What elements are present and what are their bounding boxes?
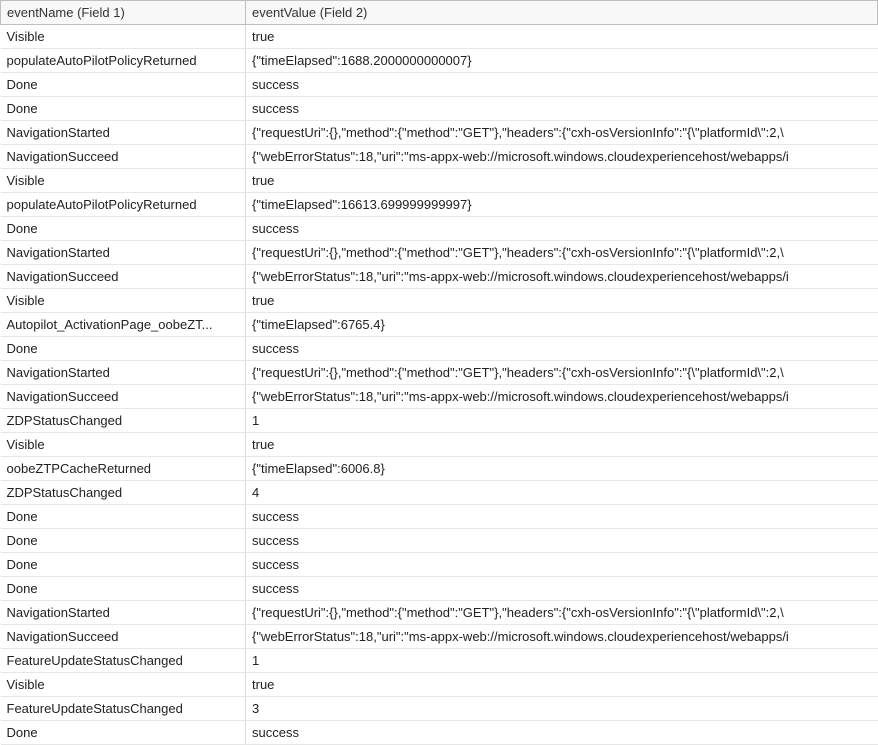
cell-eventvalue: success: [246, 97, 878, 121]
column-header-eventname[interactable]: eventName (Field 1): [1, 1, 246, 25]
table-row[interactable]: Visibletrue: [1, 433, 878, 457]
cell-eventvalue: {"requestUri":{},"method":{"method":"GET…: [246, 361, 878, 385]
table-row[interactable]: Autopilot_ActivationPage_oobeZT...{"time…: [1, 313, 878, 337]
cell-eventname: Visible: [1, 169, 246, 193]
table-row[interactable]: Donesuccess: [1, 553, 878, 577]
table-row[interactable]: Visibletrue: [1, 169, 878, 193]
cell-eventvalue: 1: [246, 409, 878, 433]
cell-eventvalue: {"webErrorStatus":18,"uri":"ms-appx-web:…: [246, 145, 878, 169]
cell-eventvalue: {"timeElapsed":6765.4}: [246, 313, 878, 337]
table-row[interactable]: NavigationStarted{"requestUri":{},"metho…: [1, 241, 878, 265]
cell-eventvalue: success: [246, 721, 878, 745]
table-row[interactable]: NavigationSucceed{"webErrorStatus":18,"u…: [1, 385, 878, 409]
cell-eventvalue: 4: [246, 481, 878, 505]
cell-eventname: Done: [1, 217, 246, 241]
cell-eventvalue: success: [246, 553, 878, 577]
cell-eventvalue: 3: [246, 697, 878, 721]
cell-eventname: Done: [1, 553, 246, 577]
cell-eventname: NavigationStarted: [1, 361, 246, 385]
table-row[interactable]: Donesuccess: [1, 721, 878, 745]
cell-eventname: NavigationStarted: [1, 601, 246, 625]
table-row[interactable]: ZDPStatusChanged4: [1, 481, 878, 505]
cell-eventname: Visible: [1, 25, 246, 49]
cell-eventvalue: {"webErrorStatus":18,"uri":"ms-appx-web:…: [246, 265, 878, 289]
table-row[interactable]: populateAutoPilotPolicyReturned{"timeEla…: [1, 193, 878, 217]
table-row[interactable]: NavigationSucceed{"webErrorStatus":18,"u…: [1, 625, 878, 649]
table-row[interactable]: Donesuccess: [1, 577, 878, 601]
table-row[interactable]: Donesuccess: [1, 337, 878, 361]
cell-eventvalue: {"timeElapsed":6006.8}: [246, 457, 878, 481]
cell-eventvalue: true: [246, 289, 878, 313]
cell-eventvalue: success: [246, 505, 878, 529]
cell-eventvalue: true: [246, 673, 878, 697]
cell-eventvalue: success: [246, 73, 878, 97]
cell-eventname: Done: [1, 529, 246, 553]
table-row[interactable]: populateAutoPilotPolicyReturned{"timeEla…: [1, 49, 878, 73]
table-row[interactable]: NavigationStarted{"requestUri":{},"metho…: [1, 601, 878, 625]
cell-eventname: Done: [1, 97, 246, 121]
cell-eventname: Autopilot_ActivationPage_oobeZT...: [1, 313, 246, 337]
cell-eventname: Done: [1, 721, 246, 745]
cell-eventname: NavigationSucceed: [1, 145, 246, 169]
cell-eventname: NavigationStarted: [1, 121, 246, 145]
cell-eventvalue: {"requestUri":{},"method":{"method":"GET…: [246, 601, 878, 625]
cell-eventname: NavigationSucceed: [1, 385, 246, 409]
cell-eventname: oobeZTPCacheReturned: [1, 457, 246, 481]
cell-eventvalue: {"requestUri":{},"method":{"method":"GET…: [246, 241, 878, 265]
cell-eventname: FeatureUpdateStatusChanged: [1, 697, 246, 721]
table-row[interactable]: ZDPStatusChanged1: [1, 409, 878, 433]
cell-eventvalue: {"timeElapsed":16613.699999999997}: [246, 193, 878, 217]
cell-eventname: ZDPStatusChanged: [1, 409, 246, 433]
table-row[interactable]: Visibletrue: [1, 25, 878, 49]
cell-eventname: NavigationStarted: [1, 241, 246, 265]
table-row[interactable]: NavigationStarted{"requestUri":{},"metho…: [1, 361, 878, 385]
cell-eventvalue: success: [246, 337, 878, 361]
table-row[interactable]: Donesuccess: [1, 73, 878, 97]
cell-eventname: Done: [1, 577, 246, 601]
table-row[interactable]: Donesuccess: [1, 505, 878, 529]
event-grid[interactable]: eventName (Field 1) eventValue (Field 2)…: [0, 0, 878, 745]
cell-eventname: populateAutoPilotPolicyReturned: [1, 49, 246, 73]
table-row[interactable]: oobeZTPCacheReturned{"timeElapsed":6006.…: [1, 457, 878, 481]
cell-eventvalue: true: [246, 169, 878, 193]
table-row[interactable]: Visibletrue: [1, 289, 878, 313]
cell-eventvalue: {"webErrorStatus":18,"uri":"ms-appx-web:…: [246, 625, 878, 649]
cell-eventvalue: true: [246, 25, 878, 49]
cell-eventname: Visible: [1, 433, 246, 457]
table-row[interactable]: Donesuccess: [1, 217, 878, 241]
cell-eventname: populateAutoPilotPolicyReturned: [1, 193, 246, 217]
column-header-row: eventName (Field 1) eventValue (Field 2): [1, 1, 878, 25]
cell-eventname: FeatureUpdateStatusChanged: [1, 649, 246, 673]
cell-eventvalue: success: [246, 217, 878, 241]
cell-eventvalue: {"timeElapsed":1688.2000000000007}: [246, 49, 878, 73]
cell-eventvalue: 1: [246, 649, 878, 673]
cell-eventvalue: success: [246, 577, 878, 601]
table-row[interactable]: Donesuccess: [1, 529, 878, 553]
cell-eventname: Done: [1, 73, 246, 97]
cell-eventvalue: success: [246, 529, 878, 553]
table-row[interactable]: NavigationStarted{"requestUri":{},"metho…: [1, 121, 878, 145]
table-row[interactable]: NavigationSucceed{"webErrorStatus":18,"u…: [1, 265, 878, 289]
cell-eventvalue: {"webErrorStatus":18,"uri":"ms-appx-web:…: [246, 385, 878, 409]
table-row[interactable]: FeatureUpdateStatusChanged1: [1, 649, 878, 673]
cell-eventname: NavigationSucceed: [1, 265, 246, 289]
cell-eventname: Visible: [1, 673, 246, 697]
cell-eventname: Visible: [1, 289, 246, 313]
table-row[interactable]: Donesuccess: [1, 97, 878, 121]
table-row[interactable]: Visibletrue: [1, 673, 878, 697]
cell-eventname: Done: [1, 337, 246, 361]
cell-eventname: Done: [1, 505, 246, 529]
table-row[interactable]: FeatureUpdateStatusChanged3: [1, 697, 878, 721]
table-row[interactable]: NavigationSucceed{"webErrorStatus":18,"u…: [1, 145, 878, 169]
cell-eventvalue: true: [246, 433, 878, 457]
cell-eventname: ZDPStatusChanged: [1, 481, 246, 505]
cell-eventvalue: {"requestUri":{},"method":{"method":"GET…: [246, 121, 878, 145]
column-header-eventvalue[interactable]: eventValue (Field 2): [246, 1, 878, 25]
cell-eventname: NavigationSucceed: [1, 625, 246, 649]
